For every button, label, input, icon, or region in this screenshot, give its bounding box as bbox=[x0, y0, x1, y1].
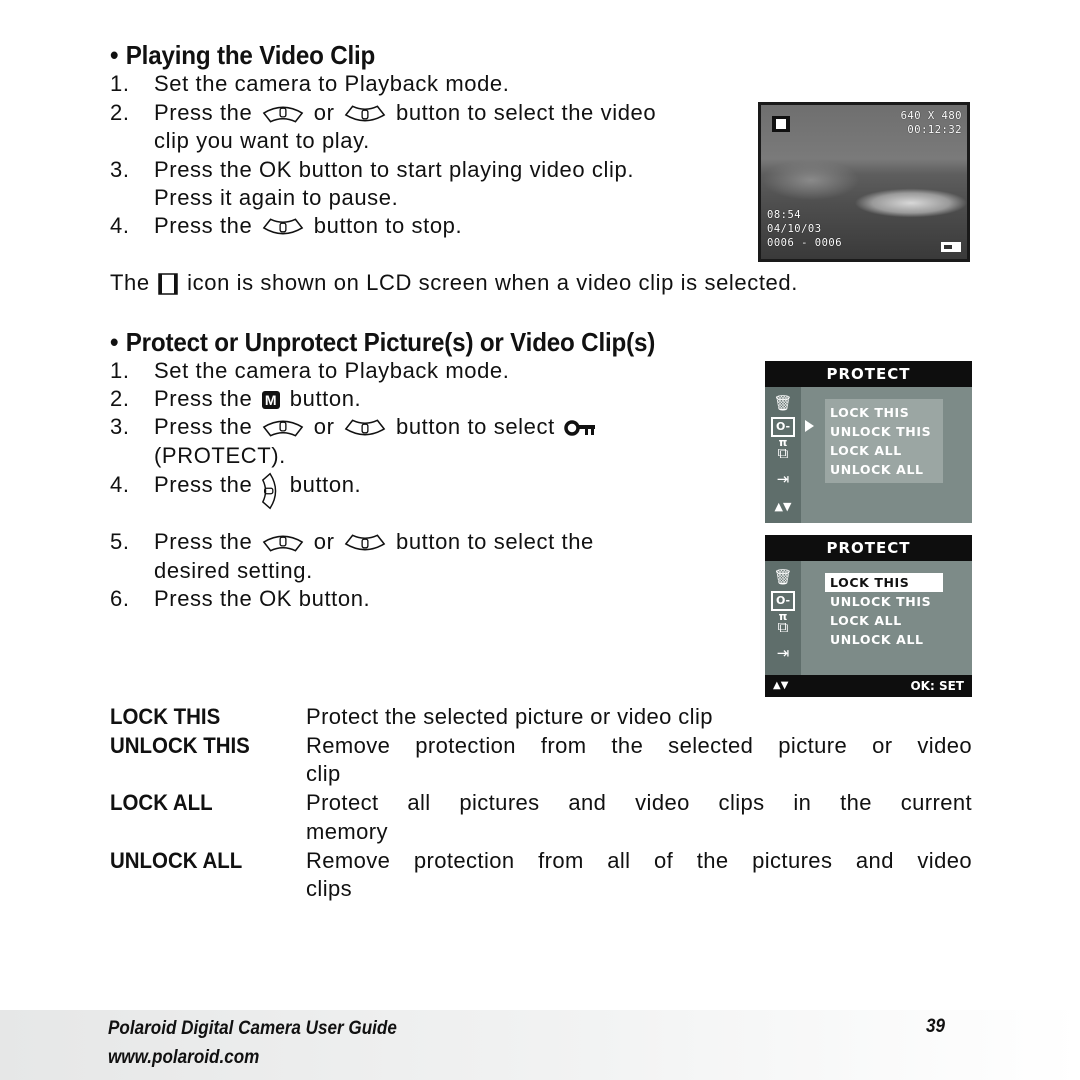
step-5: 5. Press the or button to select the bbox=[110, 529, 594, 554]
menu-title: PROTECT bbox=[765, 361, 972, 387]
svg-text:M: M bbox=[265, 392, 277, 408]
section-heading-protect: • Protect or Unprotect Picture(s) or Vide… bbox=[110, 327, 656, 357]
video-icon-note: The icon is shown on LCD screen when a v… bbox=[110, 270, 798, 295]
step-4: 4. Press the button to stop. bbox=[110, 213, 463, 238]
lcd-date: 04/10/03 bbox=[767, 223, 822, 235]
protect-menu-screen-2: PROTECT 🗑 O-π ⧉ ⇥ LOCK THIS UNLOCK THIS … bbox=[765, 535, 972, 697]
step-5-cont: desired setting. bbox=[154, 558, 313, 583]
menu-title: PROTECT bbox=[765, 535, 972, 561]
lcd-counter: 0006 - 0006 bbox=[767, 237, 843, 249]
step-2: 2. Press the M button. bbox=[110, 386, 362, 411]
definition-row-cont: clips bbox=[306, 876, 353, 902]
menu-option-lock-this[interactable]: LOCK THIS bbox=[825, 573, 943, 592]
step-2-cont: clip you want to play. bbox=[154, 128, 370, 153]
copy-card-icon[interactable]: ⧉ bbox=[771, 443, 795, 463]
definition-row-cont: clip bbox=[306, 761, 341, 787]
step-2: 2. Press the or button to select the vide… bbox=[110, 100, 657, 125]
step-3-cont: Press it again to pause. bbox=[154, 185, 399, 210]
lcd-resolution: 640 X 480 bbox=[900, 110, 962, 122]
battery-icon bbox=[941, 242, 961, 252]
ok-button-label: OK bbox=[259, 586, 293, 611]
copy-card-icon[interactable]: ⧉ bbox=[771, 617, 795, 637]
down-button-icon bbox=[261, 216, 305, 238]
menu-sidebar: 🗑 O-π ⧉ ⇥ bbox=[765, 561, 801, 675]
protect-menu-screen-1: PROTECT 🗑 O-π ⧉ ⇥ ▲▼ LOCK THIS UNLOCK TH… bbox=[765, 361, 972, 523]
protect-key-icon bbox=[563, 419, 596, 437]
protect-options-definitions: LOCK THIS Protect the selected picture o… bbox=[110, 703, 972, 904]
website-link[interactable]: www.polaroid.com bbox=[108, 1047, 259, 1069]
menu-option-unlock-this[interactable]: UNLOCK THIS bbox=[825, 592, 943, 611]
down-button-icon bbox=[343, 103, 387, 125]
right-button-icon bbox=[261, 471, 281, 511]
up-down-icon: ▲▼ bbox=[773, 680, 789, 691]
protect-key-icon[interactable]: O-π bbox=[771, 417, 795, 449]
video-clip-icon bbox=[772, 116, 790, 132]
import-icon[interactable]: ⇥ bbox=[771, 643, 795, 663]
menu-option-lock-this[interactable]: LOCK THIS bbox=[825, 403, 943, 422]
lcd-duration: 00:12:32 bbox=[907, 124, 962, 136]
step-3: 3. Press the or button to select bbox=[110, 413, 598, 441]
submenu-arrow-icon bbox=[805, 420, 814, 432]
up-down-icon[interactable]: ▲▼ bbox=[771, 497, 795, 517]
step-3-cont: (PROTECT). bbox=[154, 443, 286, 468]
step-1: 1. Set the camera to Playback mode. bbox=[110, 358, 510, 383]
menu-footer: ▲▼ OK: SET bbox=[765, 675, 972, 697]
menu-option-unlock-this[interactable]: UNLOCK THIS bbox=[825, 422, 943, 441]
import-icon[interactable]: ⇥ bbox=[771, 469, 795, 489]
lcd-time: 08:54 bbox=[767, 209, 802, 221]
menu-option-lock-all[interactable]: LOCK ALL bbox=[825, 611, 943, 630]
definition-row: UNLOCK THIS Remove protection from the s… bbox=[110, 732, 972, 758]
menu-option-unlock-all[interactable]: UNLOCK ALL bbox=[825, 630, 943, 649]
page-footer: Polaroid Digital Camera User Guide www.p… bbox=[0, 1010, 1080, 1080]
up-button-icon bbox=[261, 532, 305, 554]
menu-m-button-icon: M bbox=[261, 390, 281, 410]
ok-set-hint: OK: SET bbox=[910, 679, 964, 693]
menu-options: LOCK THIS UNLOCK THIS LOCK ALL UNLOCK AL… bbox=[825, 399, 943, 483]
menu-option-lock-all[interactable]: LOCK ALL bbox=[825, 441, 943, 460]
definition-row: UNLOCK ALL Remove protection from all of… bbox=[110, 847, 972, 873]
menu-options: LOCK THIS UNLOCK THIS LOCK ALL UNLOCK AL… bbox=[825, 569, 943, 653]
definition-row-cont: memory bbox=[306, 818, 388, 844]
guide-title: Polaroid Digital Camera User Guide bbox=[108, 1018, 397, 1039]
step-3: 3. Press the OK button to start playing v… bbox=[110, 157, 635, 182]
delete-icon[interactable]: 🗑 bbox=[771, 567, 795, 587]
menu-option-unlock-all[interactable]: UNLOCK ALL bbox=[825, 460, 943, 479]
step-4: 4. Press the button. bbox=[110, 471, 361, 511]
down-button-icon bbox=[343, 417, 387, 439]
protect-key-icon[interactable]: O-π bbox=[771, 591, 795, 623]
page-number: 39 bbox=[926, 1016, 946, 1037]
step-1: 1. Set the camera to Playback mode. bbox=[110, 71, 510, 96]
down-button-icon bbox=[343, 532, 387, 554]
up-button-icon bbox=[261, 417, 305, 439]
definition-row: LOCK ALL Protect all pictures and video … bbox=[110, 790, 972, 816]
definition-row: LOCK THIS Protect the selected picture o… bbox=[110, 704, 713, 729]
lcd-video-preview: 640 X 480 00:12:32 08:54 04/10/03 0006 -… bbox=[758, 102, 970, 262]
menu-sidebar: 🗑 O-π ⧉ ⇥ ▲▼ bbox=[765, 387, 801, 523]
step-6: 6. Press the OK button. bbox=[110, 586, 371, 611]
up-button-icon bbox=[261, 103, 305, 125]
video-clip-icon bbox=[158, 273, 179, 295]
section-heading-playing-video: • Playing the Video Clip bbox=[110, 40, 376, 70]
delete-icon[interactable]: 🗑 bbox=[771, 393, 795, 413]
